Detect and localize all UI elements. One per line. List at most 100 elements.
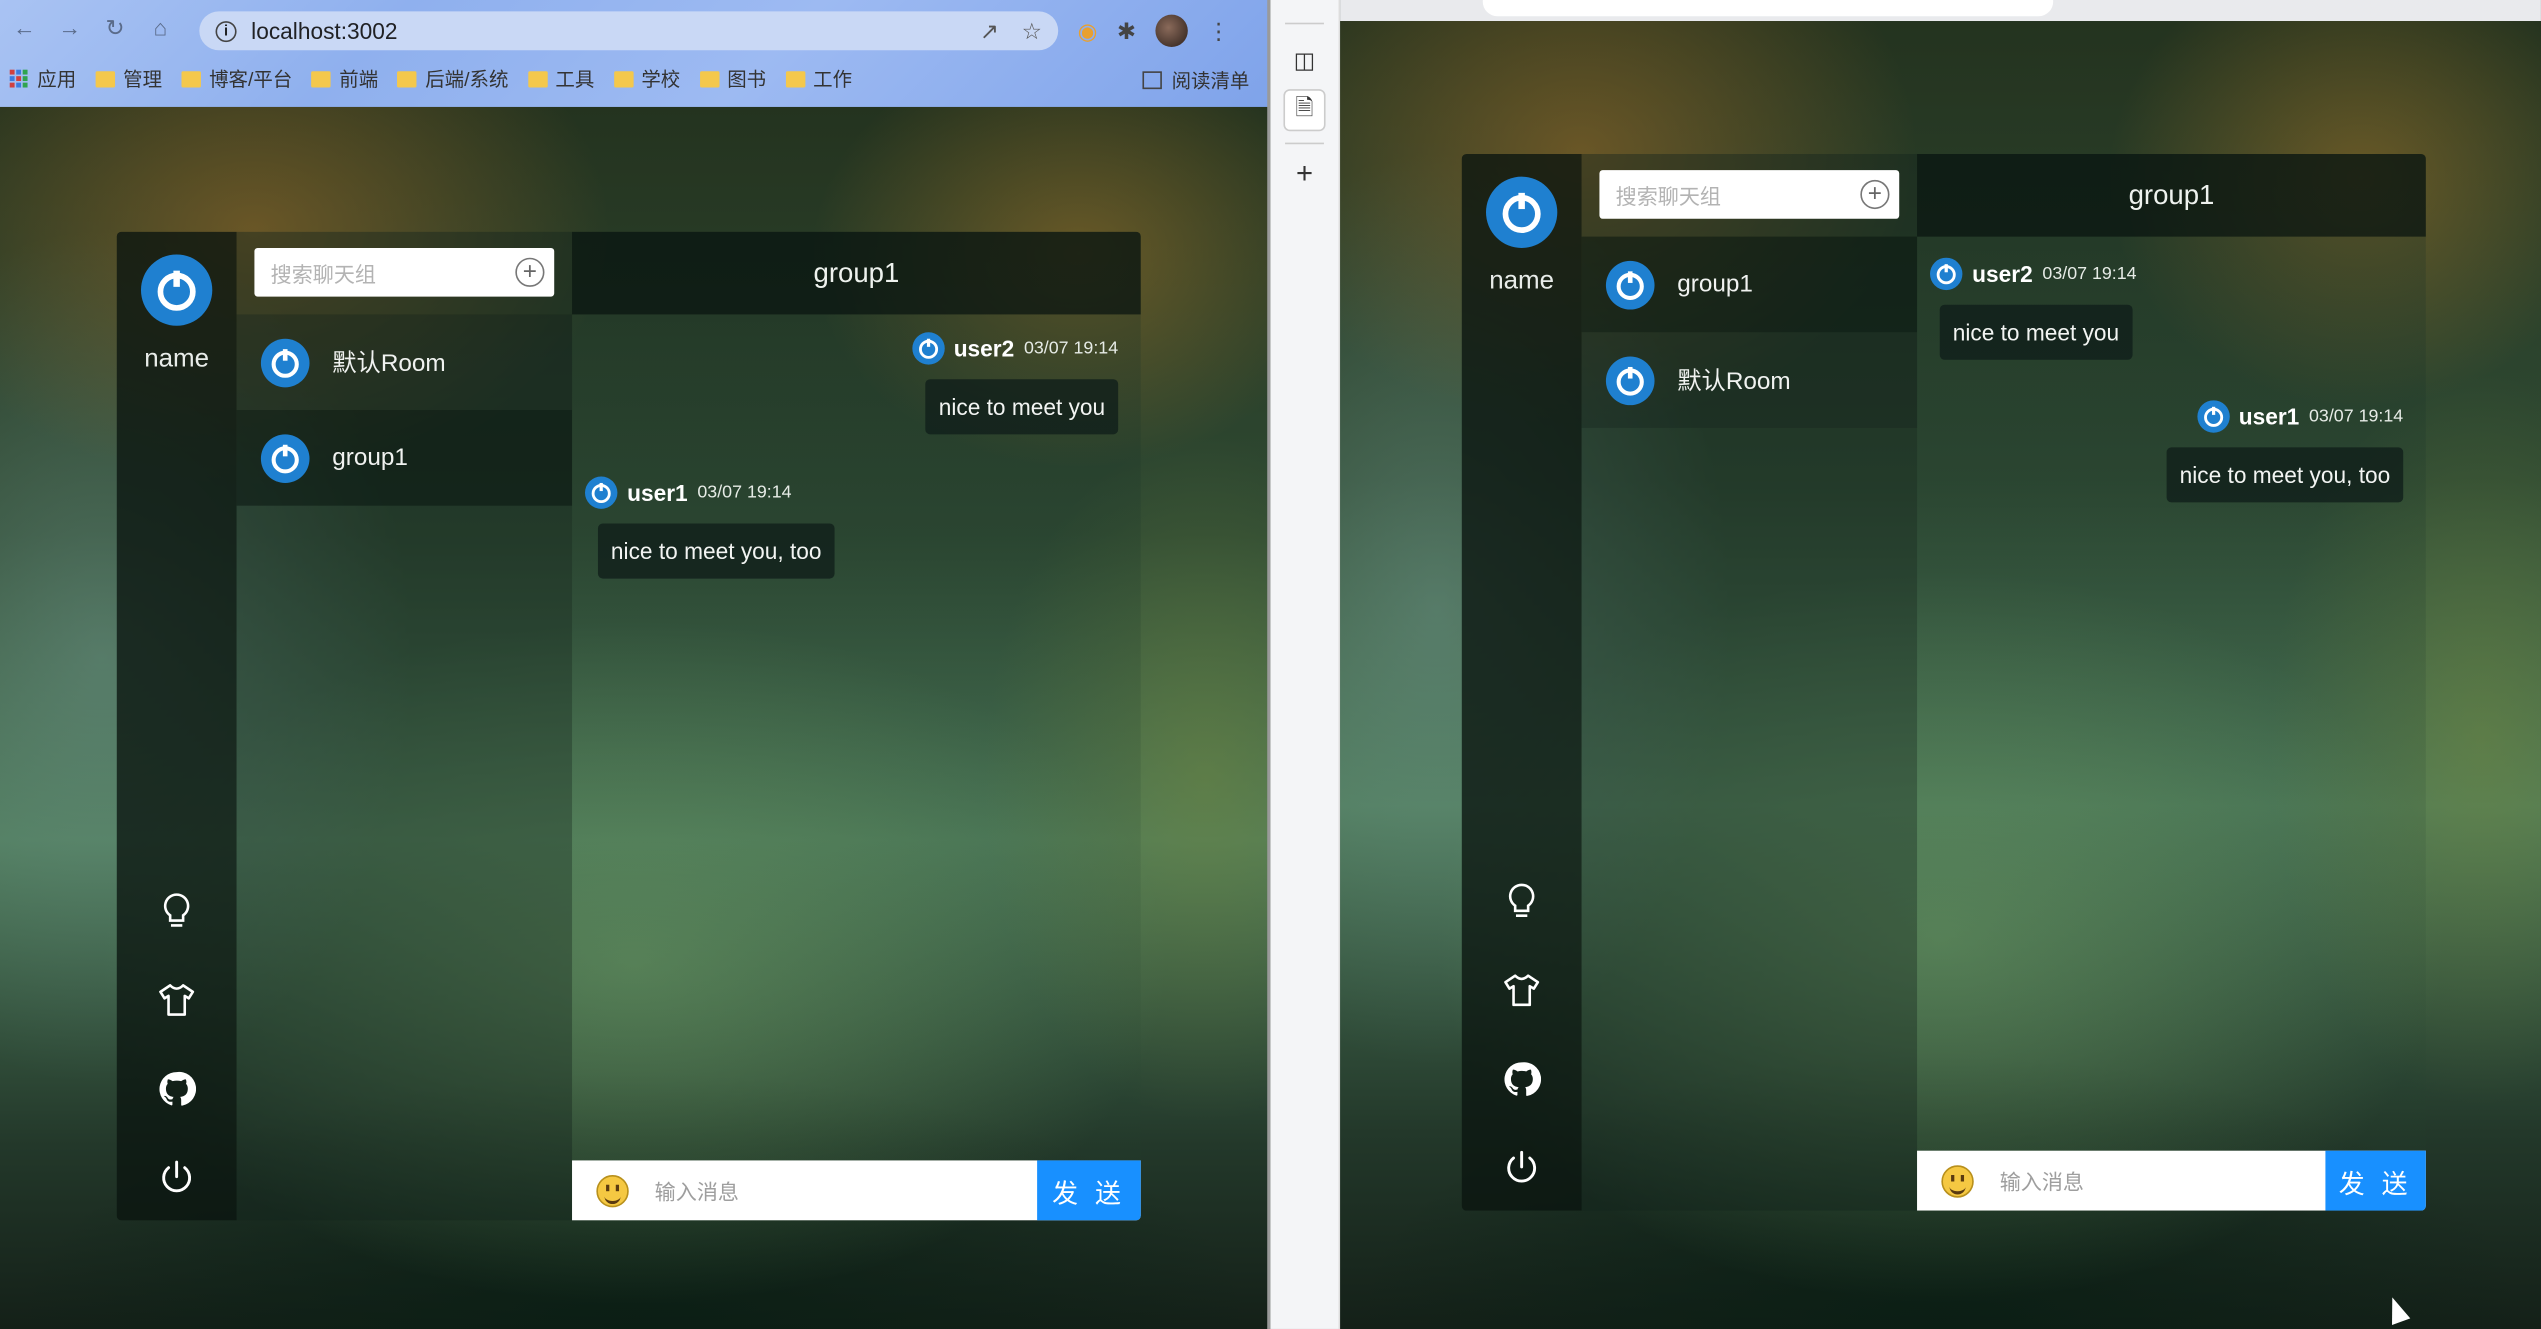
power-logo-icon <box>591 482 611 504</box>
power-logo-icon <box>2203 406 2223 427</box>
address-text: localhost:3002 <box>251 17 398 44</box>
folder-icon <box>785 70 806 87</box>
power-icon[interactable] <box>1502 1149 1541 1188</box>
bookmark-folder[interactable]: 图书 <box>699 65 766 93</box>
group-name: group1 <box>332 444 408 472</box>
user-name: name <box>1489 267 1555 295</box>
bookmark-folder[interactable]: 前端 <box>311 65 378 93</box>
message-time: 03/07 19:14 <box>2309 406 2404 427</box>
message-bubble: nice to meet you <box>925 379 1119 435</box>
message-avatar <box>911 332 944 365</box>
side-rail: name <box>116 231 237 1221</box>
group-item-selected[interactable]: group1 <box>236 410 573 506</box>
left-browser-window: ← → ↻ ⌂ i localhost:3002 ↗ ☆ ◉ ✱ ⋮ 应用 管理… <box>0 0 1269 1329</box>
folder-icon <box>527 70 548 87</box>
site-info-icon[interactable]: i <box>215 20 237 42</box>
bookmark-folder[interactable]: 管理 <box>95 65 162 93</box>
new-tab-icon[interactable]: + <box>1283 152 1325 194</box>
bookmark-folder[interactable]: 后端/系统 <box>397 65 508 93</box>
github-icon[interactable] <box>1502 1060 1542 1099</box>
emoji-icon[interactable] <box>1941 1164 1974 1197</box>
browser-toolbar: ← → ↻ ⌂ i localhost:3002 ↗ ☆ ◉ ✱ ⋮ 应用 管理… <box>0 0 1269 107</box>
message: user2 03/07 19:14 nice to meet you <box>911 332 1119 435</box>
bookmark-apps[interactable]: 应用 <box>9 65 76 93</box>
emoji-icon[interactable] <box>596 1174 629 1207</box>
message-input[interactable]: 输入消息 <box>655 1175 1037 1206</box>
tshirt-icon[interactable] <box>1502 971 1541 1010</box>
profile-avatar[interactable] <box>1155 14 1188 48</box>
tab-actions-icon[interactable]: ◫ <box>1283 39 1325 81</box>
nav-buttons: ← → ↻ ⌂ <box>10 15 175 43</box>
group-item-selected[interactable]: group1 <box>1581 236 1918 333</box>
chat-app: name 搜索聊天组 + <box>1461 153 2426 1211</box>
bookmark-star-icon[interactable]: ☆ <box>1022 18 1042 46</box>
conversation-panel: group1 user2 03/07 19:14 nice to meet yo… <box>1917 153 2426 1211</box>
address-bar[interactable] <box>1482 0 2054 17</box>
group-search-input[interactable]: 搜索聊天组 + <box>1599 170 1900 219</box>
power-logo-icon <box>1616 366 1644 395</box>
group-panel: 搜索聊天组 + group1 默认Room <box>1581 153 1918 1211</box>
tab-page-icon[interactable]: 🗎 <box>1283 89 1326 132</box>
power-logo-icon <box>157 270 196 311</box>
message: user1 03/07 19:14 nice to meet you, too <box>2166 400 2404 503</box>
share-icon[interactable]: ↗ <box>980 18 999 46</box>
forward-icon[interactable]: → <box>55 15 84 43</box>
power-logo-icon <box>1936 264 1956 285</box>
reload-icon[interactable]: ↻ <box>100 15 129 43</box>
github-icon[interactable] <box>157 1070 197 1109</box>
folder-icon <box>95 70 116 87</box>
message-time: 03/07 19:14 <box>697 482 792 503</box>
message-avatar <box>2196 400 2230 433</box>
rail-actions <box>1462 831 1582 1188</box>
message-user: user1 <box>627 479 688 506</box>
separator <box>1285 142 1324 145</box>
chat-app: name 搜索聊天组 + <box>116 231 1141 1221</box>
message: user1 03/07 19:14 nice to meet you, too <box>585 476 835 579</box>
conversation-title: group1 <box>572 231 1141 315</box>
message-avatar <box>1930 257 1963 291</box>
group-item[interactable]: 默认Room <box>1581 332 1918 428</box>
address-bar[interactable]: i localhost:3002 ↗ ☆ <box>199 11 1059 51</box>
group-item[interactable]: 默认Room <box>236 314 573 411</box>
power-logo-icon <box>918 338 938 359</box>
menu-kebab-icon[interactable]: ⋮ <box>1207 17 1230 45</box>
add-group-icon[interactable]: + <box>1860 179 1890 210</box>
vertical-tab-strip: ◫ 🗎 + <box>1270 0 1341 1329</box>
send-button[interactable]: 发 送 <box>2325 1150 2426 1211</box>
apps-grid-icon <box>9 68 29 88</box>
reading-list[interactable]: 阅读清单 <box>1142 66 1249 94</box>
extensions-puzzle-icon[interactable]: ✱ <box>1117 17 1136 45</box>
conversation-title: group1 <box>1917 153 2426 237</box>
send-button[interactable]: 发 送 <box>1037 1160 1141 1221</box>
group-list: group1 默认Room <box>1581 236 1918 428</box>
browser-toolbar <box>1340 0 2541 22</box>
power-icon[interactable] <box>157 1159 196 1198</box>
bookmark-folder[interactable]: 博客/平台 <box>181 65 292 93</box>
tshirt-icon[interactable] <box>157 981 196 1020</box>
folder-icon <box>699 70 720 87</box>
folder-icon <box>397 70 418 87</box>
side-rail: name <box>1461 153 1582 1211</box>
group-name: 默认Room <box>332 350 446 378</box>
user-avatar[interactable] <box>1485 176 1558 248</box>
group-search-input[interactable]: 搜索聊天组 + <box>254 247 555 297</box>
bookmark-folder[interactable]: 工作 <box>785 65 852 93</box>
add-group-icon[interactable]: + <box>515 257 545 287</box>
back-icon[interactable]: ← <box>10 15 39 43</box>
group-list: 默认Room group1 <box>236 314 573 506</box>
group-avatar <box>260 433 310 483</box>
bookmark-folder[interactable]: 学校 <box>613 65 680 93</box>
group-name: group1 <box>1677 270 1753 299</box>
folder-icon <box>613 70 634 87</box>
right-browser-window: name 搜索聊天组 + group1 默认Room group1 user2 … <box>1340 0 2541 1329</box>
lightbulb-icon[interactable] <box>1502 882 1541 921</box>
lightbulb-icon[interactable] <box>157 891 196 930</box>
home-icon[interactable]: ⌂ <box>146 15 175 43</box>
rss-icon[interactable]: ◉ <box>1078 17 1098 45</box>
message-composer: 输入消息 发 送 <box>1917 1150 2426 1211</box>
message-bubble: nice to meet you, too <box>597 523 835 579</box>
bookmark-folder[interactable]: 工具 <box>527 65 594 93</box>
message-input[interactable]: 输入消息 <box>2000 1165 2326 1196</box>
message-user: user2 <box>1972 260 2033 287</box>
user-avatar[interactable] <box>140 254 213 326</box>
